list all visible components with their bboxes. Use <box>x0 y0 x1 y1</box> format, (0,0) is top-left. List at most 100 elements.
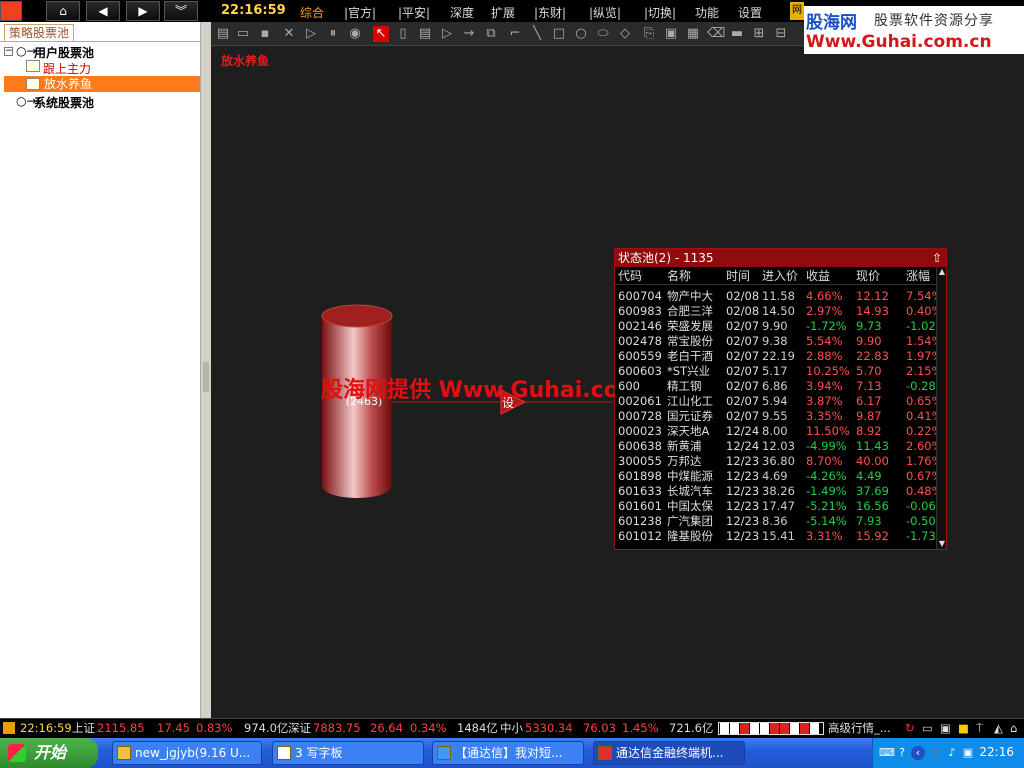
table-row[interactable]: 002478 常宝股份 02/079.38 5.54% 9.90 1.54% <box>615 334 936 349</box>
back-icon[interactable]: ◀ <box>86 1 120 21</box>
copy-icon[interactable]: ⎘ <box>641 26 657 42</box>
circle-icon[interactable]: ○ <box>573 26 589 42</box>
menu-gongneng[interactable]: 功能 <box>695 4 719 21</box>
connector-icon[interactable]: ⌐ <box>507 26 523 42</box>
save-icon[interactable]: ▪ <box>257 26 273 42</box>
table-row[interactable]: 000023 深天地A 12/248.00 11.50% 8.92 0.22% <box>615 424 936 439</box>
scroll-down-icon[interactable]: ▼ <box>937 539 947 549</box>
menu-dongcai[interactable]: |东财| <box>534 4 566 21</box>
ellipse-icon[interactable]: ⬭ <box>595 26 611 42</box>
col-change[interactable]: 涨幅 <box>906 267 936 285</box>
splitter-grip[interactable] <box>203 362 209 392</box>
collapse-up-icon[interactable]: ⇧ <box>932 249 942 267</box>
clipboard-icon[interactable]: ▦ <box>685 26 701 42</box>
keyboard-icon[interactable]: ▭ <box>922 719 933 738</box>
help-icon[interactable]: ? <box>895 746 909 760</box>
pause-icon[interactable]: ⏸ <box>325 26 341 42</box>
task-tdx-terminal[interactable]: 通达信金融终端机... <box>593 741 745 765</box>
more-down-icon[interactable]: ︾ <box>164 1 198 21</box>
forward-icon[interactable]: ▶ <box>126 1 160 21</box>
col-gain[interactable]: 收益 <box>806 267 856 285</box>
delete-icon[interactable]: ✕ <box>281 26 297 42</box>
list-icon[interactable]: ▤ <box>417 26 433 42</box>
shape-icon[interactable]: ▯ <box>395 26 411 42</box>
task-browser[interactable]: 【通达信】我对短... <box>432 741 584 765</box>
panel-splitter[interactable] <box>200 22 211 718</box>
home-icon[interactable]: ⌂ <box>46 1 80 21</box>
monitor-icon[interactable]: ▣ <box>940 719 951 738</box>
table-row[interactable]: 601898 中煤能源 12/234.69 -4.26% 4.49 0.67% <box>615 469 936 484</box>
status-icon[interactable] <box>3 722 15 734</box>
refresh-icon[interactable]: ↻ <box>905 719 915 738</box>
table-row[interactable]: 002061 江山化工 02/075.94 3.87% 6.17 0.65% <box>615 394 936 409</box>
table-row[interactable]: 600983 合肥三洋 02/0814.50 2.97% 14.93 0.40% <box>615 304 936 319</box>
cell-entry-price: 9.90 <box>762 319 788 333</box>
table-row[interactable]: 600559 老白干酒 02/0722.19 2.88% 22.83 1.97% <box>615 349 936 364</box>
menu-shendu[interactable]: 深度 <box>450 4 474 21</box>
advanced-quote-label[interactable]: 高级行情_... <box>828 719 891 738</box>
collapse-icon[interactable]: − <box>4 47 13 56</box>
app-icon[interactable] <box>0 1 22 21</box>
menu-guanfang[interactable]: |官方| <box>344 4 376 21</box>
table-row[interactable]: 601238 广汽集团 12/238.36 -5.14% 7.93 -0.50% <box>615 514 936 529</box>
table-row[interactable]: 601012 隆基股份 12/2315.41 3.31% 15.92 -1.73% <box>615 529 936 544</box>
open-icon[interactable]: ▭ <box>235 26 251 42</box>
triangle-icon[interactable]: ▷ <box>439 26 455 42</box>
arrow-icon[interactable]: → <box>461 26 477 42</box>
play-icon[interactable]: ▷ <box>303 26 319 42</box>
new-icon[interactable]: ▤ <box>215 26 231 42</box>
antenna-icon[interactable]: ⍑ <box>976 719 983 738</box>
col-time[interactable]: 时间 <box>726 267 762 285</box>
col-entry-price[interactable]: 进入价 <box>762 267 806 285</box>
volume-icon[interactable]: ♪ <box>945 746 959 760</box>
signal-icon[interactable]: ◭ <box>994 719 1003 738</box>
menu-zonghe[interactable]: 综合 <box>300 4 324 21</box>
status-pool-panel[interactable]: 状态池(2) - 1135 ⇧ 代码 名称 时间 进入价 收益 现价 涨幅 60… <box>614 248 947 550</box>
table-row[interactable]: 002146 荣盛发展 02/079.90 -1.72% 9.73 -1.02% <box>615 319 936 334</box>
table-row[interactable]: 300055 万邦达 12/2336.80 8.70% 40.00 1.76% <box>615 454 936 469</box>
table-row[interactable]: 600603 *ST兴业 02/075.17 10.25% 5.70 2.15% <box>615 364 936 379</box>
menu-qiehuan[interactable]: |切换| <box>644 4 676 21</box>
tree-item-genshang[interactable]: 跟上主力 <box>43 60 91 77</box>
tree-system-pool[interactable]: 系统股票池 <box>34 94 94 111</box>
cell-name: 万邦达 <box>667 454 702 468</box>
table-row[interactable]: 600638 新黄浦 12/2412.03 -4.99% 11.43 2.60% <box>615 439 936 454</box>
table-row[interactable]: 601601 中国太保 12/2317.47 -5.21% 16.56 -0.06% <box>615 499 936 514</box>
col-name[interactable]: 名称 <box>667 267 727 285</box>
tab-strategy-pool[interactable]: 策略股票池 <box>4 24 74 41</box>
tools-icon[interactable]: ⌂ <box>1010 719 1017 738</box>
tree-user-pool[interactable]: 用户股票池 <box>34 44 94 61</box>
lock-icon[interactable]: ■ <box>958 719 969 738</box>
table-row[interactable]: 000728 国元证券 02/079.55 3.35% 9.87 0.41% <box>615 409 936 424</box>
line-icon[interactable]: ╲ <box>529 26 545 42</box>
stop-icon[interactable]: ◉ <box>347 26 363 42</box>
scroll-up-icon[interactable]: ▲ <box>937 267 947 277</box>
tray-app-icon[interactable]: ▣ <box>961 746 975 760</box>
paste-icon[interactable]: ▣ <box>663 26 679 42</box>
network-icon[interactable]: ✓ <box>929 746 943 760</box>
start-button[interactable]: 开始 <box>0 738 98 768</box>
align-icon[interactable]: ▬ <box>729 26 745 42</box>
menu-pingan[interactable]: |平安| <box>398 4 430 21</box>
col-code[interactable]: 代码 <box>618 267 666 285</box>
menu-zonglan[interactable]: |纵览| <box>589 4 621 21</box>
table-row[interactable]: 601633 长城汽车 12/2338.26 -1.49% 37.69 0.48% <box>615 484 936 499</box>
diamond-icon[interactable]: ◇ <box>617 26 633 42</box>
arrange-icon[interactable]: ⊞ <box>751 26 767 42</box>
task-wordpad[interactable]: 3 写字板 <box>272 741 424 765</box>
task-folder[interactable]: new_jgjyb(9.16 U... <box>112 741 262 765</box>
keyboard-tray-icon[interactable]: ⌨ <box>879 746 895 760</box>
table-row[interactable]: 600704 物产中大 02/0811.58 4.66% 12.12 7.54% <box>615 289 936 304</box>
col-price[interactable]: 现价 <box>856 267 906 285</box>
menu-kuozhan[interactable]: 扩展 <box>491 4 515 21</box>
pointer-icon[interactable]: ↖ <box>373 26 389 42</box>
rect-icon[interactable]: □ <box>551 26 567 42</box>
group-icon[interactable]: ⧉ <box>483 26 499 42</box>
status-pool-header[interactable]: 状态池(2) - 1135 ⇧ <box>615 249 946 267</box>
nav-back-tray-icon[interactable]: ‹ <box>911 746 925 760</box>
erase-icon[interactable]: ⌫ <box>707 26 725 42</box>
grid-icon[interactable]: ⊟ <box>773 26 789 42</box>
status-pool-scrollbar[interactable]: ▲ ▼ <box>936 267 946 549</box>
table-row[interactable]: 600 精工钢 02/076.86 3.94% 7.13 -0.28% <box>615 379 936 394</box>
menu-shezhi[interactable]: 设置 <box>738 4 762 21</box>
